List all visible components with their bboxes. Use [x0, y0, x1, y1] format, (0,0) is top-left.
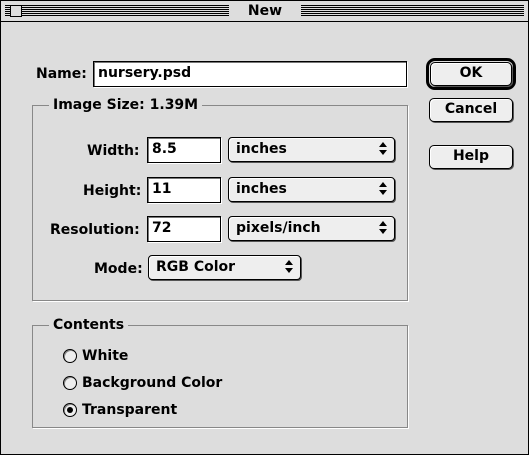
width-unit-value: inches [236, 141, 287, 157]
width-unit-select[interactable]: inches [228, 137, 395, 162]
radio-transparent-label: Transparent [82, 402, 178, 418]
new-document-dialog: New Name: nursery.psd Image Size: 1.39M … [0, 0, 529, 455]
radio-transparent[interactable]: Transparent [63, 401, 223, 419]
resolution-input[interactable]: 72 [147, 216, 221, 242]
resolution-unit-value: pixels/inch [236, 220, 321, 236]
title-stripes-right [301, 5, 524, 17]
radio-background-color-label: Background Color [82, 375, 223, 391]
close-box-icon[interactable] [10, 5, 22, 17]
contents-title: Contents [49, 316, 129, 334]
height-input[interactable]: 11 [147, 177, 221, 203]
cancel-button[interactable]: Cancel [429, 98, 513, 122]
updown-arrows-icon [378, 181, 388, 197]
width-input[interactable]: 8.5 [147, 137, 221, 163]
updown-arrows-icon [284, 259, 294, 275]
mode-value: RGB Color [156, 259, 236, 275]
radio-white-label: White [82, 348, 129, 364]
radio-button-selected-icon[interactable] [63, 403, 77, 417]
width-label: Width: [87, 143, 140, 159]
radio-button-icon[interactable] [63, 349, 77, 363]
name-input[interactable]: nursery.psd [93, 61, 407, 87]
name-label: Name: [36, 66, 87, 82]
height-unit-select[interactable]: inches [228, 177, 395, 202]
title-bar[interactable]: New [1, 1, 528, 22]
image-size-title: Image Size: 1.39M [49, 96, 203, 114]
mode-select[interactable]: RGB Color [148, 255, 301, 280]
radio-background-color[interactable]: Background Color [63, 374, 273, 392]
title-stripes-left [5, 5, 229, 17]
resolution-unit-select[interactable]: pixels/inch [228, 216, 395, 241]
updown-arrows-icon [378, 141, 388, 157]
radio-button-icon[interactable] [63, 376, 77, 390]
radio-white[interactable]: White [63, 347, 183, 365]
mode-label: Mode: [94, 261, 143, 277]
help-button[interactable]: Help [429, 145, 513, 169]
window-title: New [229, 3, 301, 20]
height-label: Height: [83, 183, 142, 199]
height-unit-value: inches [236, 181, 287, 197]
updown-arrows-icon [378, 220, 388, 236]
ok-button[interactable]: OK [430, 62, 512, 86]
resolution-label: Resolution: [50, 222, 140, 238]
